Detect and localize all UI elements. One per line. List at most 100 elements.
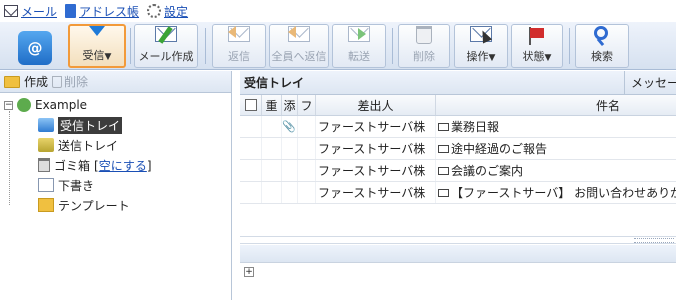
operation-icon [470, 26, 493, 46]
nav-mail[interactable]: メール [4, 3, 57, 20]
reply-all-icon [288, 26, 310, 46]
reply-icon [228, 26, 250, 46]
select-all-checkbox[interactable] [244, 99, 257, 111]
message-from: ファーストサーバ株 [316, 160, 436, 181]
template-icon [38, 198, 54, 212]
gear-icon [147, 4, 162, 18]
column-header: 重 添 フ 差出人 件名 [240, 95, 676, 116]
operation-label: 操作 [466, 50, 489, 63]
select-all-checkbox-cell[interactable] [240, 95, 262, 115]
folder-drafts[interactable]: 下書き [0, 175, 231, 195]
message-from: ファーストサーバ株 [316, 182, 436, 203]
envelope-icon [438, 122, 449, 131]
nav-settings[interactable]: 設定 [147, 3, 188, 20]
nav-mail-label[interactable]: メール [21, 3, 57, 20]
trash-icon [38, 158, 50, 172]
forward-icon [348, 26, 370, 46]
nav-address-book-label[interactable]: アドレス帳 [79, 3, 139, 20]
envelope-icon [438, 188, 449, 197]
splitter-grip[interactable] [634, 238, 674, 243]
trash-icon [413, 26, 435, 46]
col-subject[interactable]: 件名 [436, 95, 676, 115]
top-nav: メール アドレス帳 設定 [0, 0, 676, 22]
download-icon [86, 26, 108, 45]
address-book-icon [65, 4, 77, 18]
toolbar: @ 受信▼ メール作成 返信 全員へ返信 転送 削除 操作▼ 状態▼ 検索 [0, 22, 676, 70]
preview-expand-toggle[interactable]: + [244, 267, 254, 277]
draft-icon [38, 178, 54, 192]
delete-label: 削除 [413, 50, 435, 63]
message-subject: 業務日報 [451, 120, 500, 134]
inbox-icon [38, 118, 54, 132]
operation-button[interactable]: 操作▼ [454, 24, 508, 68]
folder-inbox-label: 受信トレイ [58, 116, 123, 134]
reply-all-button[interactable]: 全員へ返信 [269, 24, 329, 68]
delete-button[interactable]: 削除 [398, 24, 450, 68]
folder-trash[interactable]: ゴミ箱 [空にする] [0, 155, 231, 175]
status-label: 状態 [522, 50, 545, 63]
col-flag[interactable]: フ [298, 95, 316, 115]
message-row[interactable]: 📎 ファーストサーバ株 業務日報 [240, 116, 676, 138]
message-from: ファーストサーバ株 [316, 116, 436, 137]
folder-title: 受信トレイ [244, 76, 305, 90]
search-icon [591, 26, 613, 47]
reply-label: 返信 [228, 50, 250, 63]
create-folder-button[interactable]: 作成 [24, 73, 48, 90]
folder-outbox[interactable]: 送信トレイ [0, 135, 231, 155]
forward-label: 転送 [348, 50, 370, 63]
message-row[interactable]: ファーストサーバ株 会議のご案内 [240, 160, 676, 182]
nav-settings-label[interactable]: 設定 [164, 3, 188, 20]
mail-logo-icon: @ [18, 31, 52, 65]
message-subject: 途中経過のご報告 [451, 142, 548, 156]
message-subject: 会議のご案内 [451, 164, 524, 178]
reply-button[interactable]: 返信 [212, 24, 266, 68]
delete-folder-button[interactable]: 削除 [52, 73, 88, 90]
message-row[interactable]: ファーストサーバ株 【ファーストサーバ】 お問い合わせありがと [240, 182, 676, 204]
folder-pane: 作成 削除 − Example 受信トレイ 送信トレイ ゴミ箱 [空にする] 下… [0, 71, 232, 300]
message-subject: 【ファーストサーバ】 お問い合わせありがと [451, 186, 676, 200]
folder-inbox[interactable]: 受信トレイ [0, 115, 231, 135]
message-tab[interactable]: メッセー [624, 70, 676, 95]
account-icon [17, 98, 31, 112]
outbox-icon [38, 138, 54, 152]
folder-templates[interactable]: テンプレート [0, 195, 231, 215]
trash-icon [52, 75, 63, 88]
folder-icon [4, 75, 20, 88]
message-pane: 受信トレイ メッセー 重 添 フ 差出人 件名 📎 ファーストサーバ株 業務日報… [240, 70, 676, 300]
pane-splitter[interactable] [240, 236, 676, 244]
col-importance[interactable]: 重 [262, 95, 282, 115]
compose-label: メール作成 [138, 50, 194, 63]
account-label: Example [35, 98, 88, 112]
envelope-icon [438, 166, 449, 175]
search-button[interactable]: 検索 [575, 24, 629, 68]
folder-outbox-label: 送信トレイ [58, 138, 119, 153]
mail-logo: @ [14, 24, 56, 68]
col-from[interactable]: 差出人 [316, 95, 436, 115]
message-from: ファーストサーバ株 [316, 138, 436, 159]
col-attachment[interactable]: 添 [282, 95, 298, 115]
collapse-toggle[interactable]: − [4, 100, 13, 110]
nav-address-book[interactable]: アドレス帳 [65, 3, 139, 20]
forward-button[interactable]: 転送 [332, 24, 386, 68]
compose-button[interactable]: メール作成 [134, 24, 198, 68]
empty-trash-link[interactable]: 空にする [99, 159, 147, 173]
status-button[interactable]: 状態▼ [511, 24, 563, 68]
receive-label: 受信 [82, 49, 105, 62]
receive-button[interactable]: 受信▼ [68, 24, 126, 68]
search-label: 検索 [591, 50, 613, 63]
folder-drafts-label: 下書き [58, 178, 95, 193]
compose-icon [155, 26, 177, 46]
folder-trash-label: ゴミ箱 [54, 158, 91, 173]
attachment-icon: 📎 [282, 120, 296, 133]
message-pane-header: 受信トレイ メッセー [240, 70, 676, 95]
flag-icon [526, 26, 548, 46]
message-row[interactable]: ファーストサーバ株 途中経過のご報告 [240, 138, 676, 160]
mail-icon [4, 5, 18, 17]
delete-folder-label: 削除 [64, 75, 89, 89]
account-node[interactable]: − Example [0, 95, 231, 115]
reply-all-label: 全員へ返信 [271, 50, 327, 63]
folder-tree: − Example 受信トレイ 送信トレイ ゴミ箱 [空にする] 下書き テンプ… [0, 93, 231, 215]
envelope-icon [438, 144, 449, 153]
folder-pane-header: 作成 削除 [0, 71, 231, 93]
folder-templates-label: テンプレート [58, 198, 130, 213]
